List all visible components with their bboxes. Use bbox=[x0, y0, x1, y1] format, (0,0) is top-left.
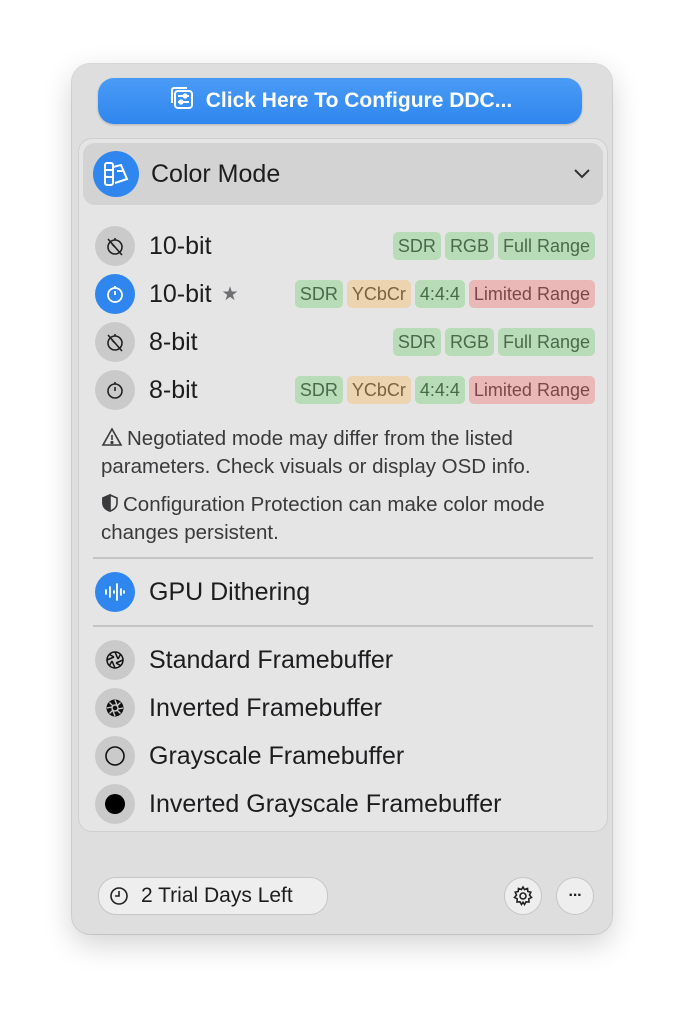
tag-sdr: SDR bbox=[294, 280, 343, 308]
trial-days-button[interactable]: 2 Trial Days Left bbox=[98, 877, 328, 915]
color-mode-option-4[interactable]: 8-bit SDR YCbCr 4:4:4 Limited Range bbox=[95, 369, 595, 411]
tag-444: 4:4:4 bbox=[414, 280, 465, 308]
framebuffer-label: Inverted Grayscale Framebuffer bbox=[149, 789, 502, 818]
gpu-dithering-toggle[interactable]: GPU Dithering bbox=[95, 571, 595, 613]
tag-rgb: RGB bbox=[444, 328, 494, 356]
star-icon: ★ bbox=[221, 283, 239, 305]
tag-full-range: Full Range bbox=[497, 232, 595, 260]
chevron-down-icon[interactable] bbox=[573, 165, 591, 183]
tag-444: 4:4:4 bbox=[414, 376, 465, 404]
mode-label: 10-bit bbox=[149, 279, 212, 308]
mode-tags: SDR YCbCr 4:4:4 Limited Range bbox=[294, 376, 595, 404]
negotiated-mode-note: Negotiated mode may differ from the list… bbox=[101, 425, 601, 481]
gear-icon bbox=[513, 885, 533, 907]
protection-note: Configuration Protection can make color … bbox=[101, 491, 601, 547]
protection-text: Configuration Protection can make color … bbox=[101, 493, 545, 544]
color-settings-card: Color Mode 10-bit SDR RGB Full Range 10-… bbox=[78, 138, 608, 832]
waveform-icon bbox=[95, 572, 135, 612]
configure-ddc-button[interactable]: Click Here To Configure DDC... bbox=[98, 78, 582, 124]
color-mode-header[interactable]: Color Mode bbox=[83, 143, 603, 205]
timer-icon bbox=[95, 274, 135, 314]
color-mode-option-1[interactable]: 10-bit SDR RGB Full Range bbox=[95, 225, 595, 267]
mode-label: 8-bit bbox=[149, 375, 198, 404]
tag-ycbcr: YCbCr bbox=[346, 376, 411, 404]
framebuffer-option-grayscale[interactable]: Grayscale Framebuffer bbox=[95, 735, 595, 777]
configure-ddc-label: Click Here To Configure DDC... bbox=[205, 89, 513, 112]
mode-label: 10-bit bbox=[149, 231, 212, 260]
timer-icon bbox=[95, 226, 135, 266]
clock-icon bbox=[110, 887, 128, 905]
aperture-icon bbox=[95, 640, 135, 680]
color-mode-option-3[interactable]: 8-bit SDR RGB Full Range bbox=[95, 321, 595, 363]
mode-tags: SDR RGB Full Range bbox=[392, 328, 595, 356]
framebuffer-option-inverted[interactable]: Inverted Framebuffer bbox=[95, 687, 595, 729]
trial-days-label: 2 Trial Days Left bbox=[141, 884, 293, 907]
mode-label: 8-bit bbox=[149, 327, 198, 356]
shield-icon bbox=[102, 493, 118, 513]
tag-limited-range: Limited Range bbox=[468, 376, 595, 404]
negotiated-mode-text: Negotiated mode may differ from the list… bbox=[101, 427, 531, 478]
aperture-filled-icon bbox=[95, 688, 135, 728]
color-mode-icon bbox=[93, 151, 139, 197]
framebuffer-label: Standard Framebuffer bbox=[149, 645, 394, 674]
timer-icon bbox=[95, 322, 135, 362]
tag-full-range: Full Range bbox=[497, 328, 595, 356]
mode-tags: SDR RGB Full Range bbox=[392, 232, 595, 260]
footer-bar: 2 Trial Days Left ··· bbox=[72, 874, 612, 918]
tag-sdr: SDR bbox=[294, 376, 343, 404]
tag-sdr: SDR bbox=[392, 232, 441, 260]
settings-button[interactable] bbox=[504, 877, 542, 915]
framebuffer-label: Grayscale Framebuffer bbox=[149, 741, 405, 770]
tag-sdr: SDR bbox=[392, 328, 441, 356]
color-mode-title: Color Mode bbox=[151, 159, 281, 188]
framebuffer-option-inverted-grayscale[interactable]: Inverted Grayscale Framebuffer bbox=[95, 783, 595, 825]
framebuffer-option-standard[interactable]: Standard Framebuffer bbox=[95, 639, 595, 681]
framebuffer-label: Inverted Framebuffer bbox=[149, 693, 382, 722]
tag-rgb: RGB bbox=[444, 232, 494, 260]
ellipsis-icon: ··· bbox=[568, 887, 583, 904]
gpu-dithering-label: GPU Dithering bbox=[149, 577, 311, 606]
warning-icon bbox=[101, 427, 123, 446]
divider bbox=[93, 625, 593, 627]
circle-filled-icon bbox=[95, 784, 135, 824]
circle-outline-icon bbox=[95, 736, 135, 776]
mode-tags: SDR YCbCr 4:4:4 Limited Range bbox=[294, 280, 595, 308]
more-options-button[interactable]: ··· bbox=[556, 877, 594, 915]
divider bbox=[93, 557, 593, 559]
color-mode-panel: Click Here To Configure DDC... Color Mod… bbox=[72, 64, 612, 934]
color-mode-option-2[interactable]: 10-bit ★ SDR YCbCr 4:4:4 Limited Range bbox=[95, 273, 595, 315]
ddc-settings-icon bbox=[168, 84, 196, 118]
tag-limited-range: Limited Range bbox=[468, 280, 595, 308]
tag-ycbcr: YCbCr bbox=[346, 280, 411, 308]
timer-icon bbox=[95, 370, 135, 410]
